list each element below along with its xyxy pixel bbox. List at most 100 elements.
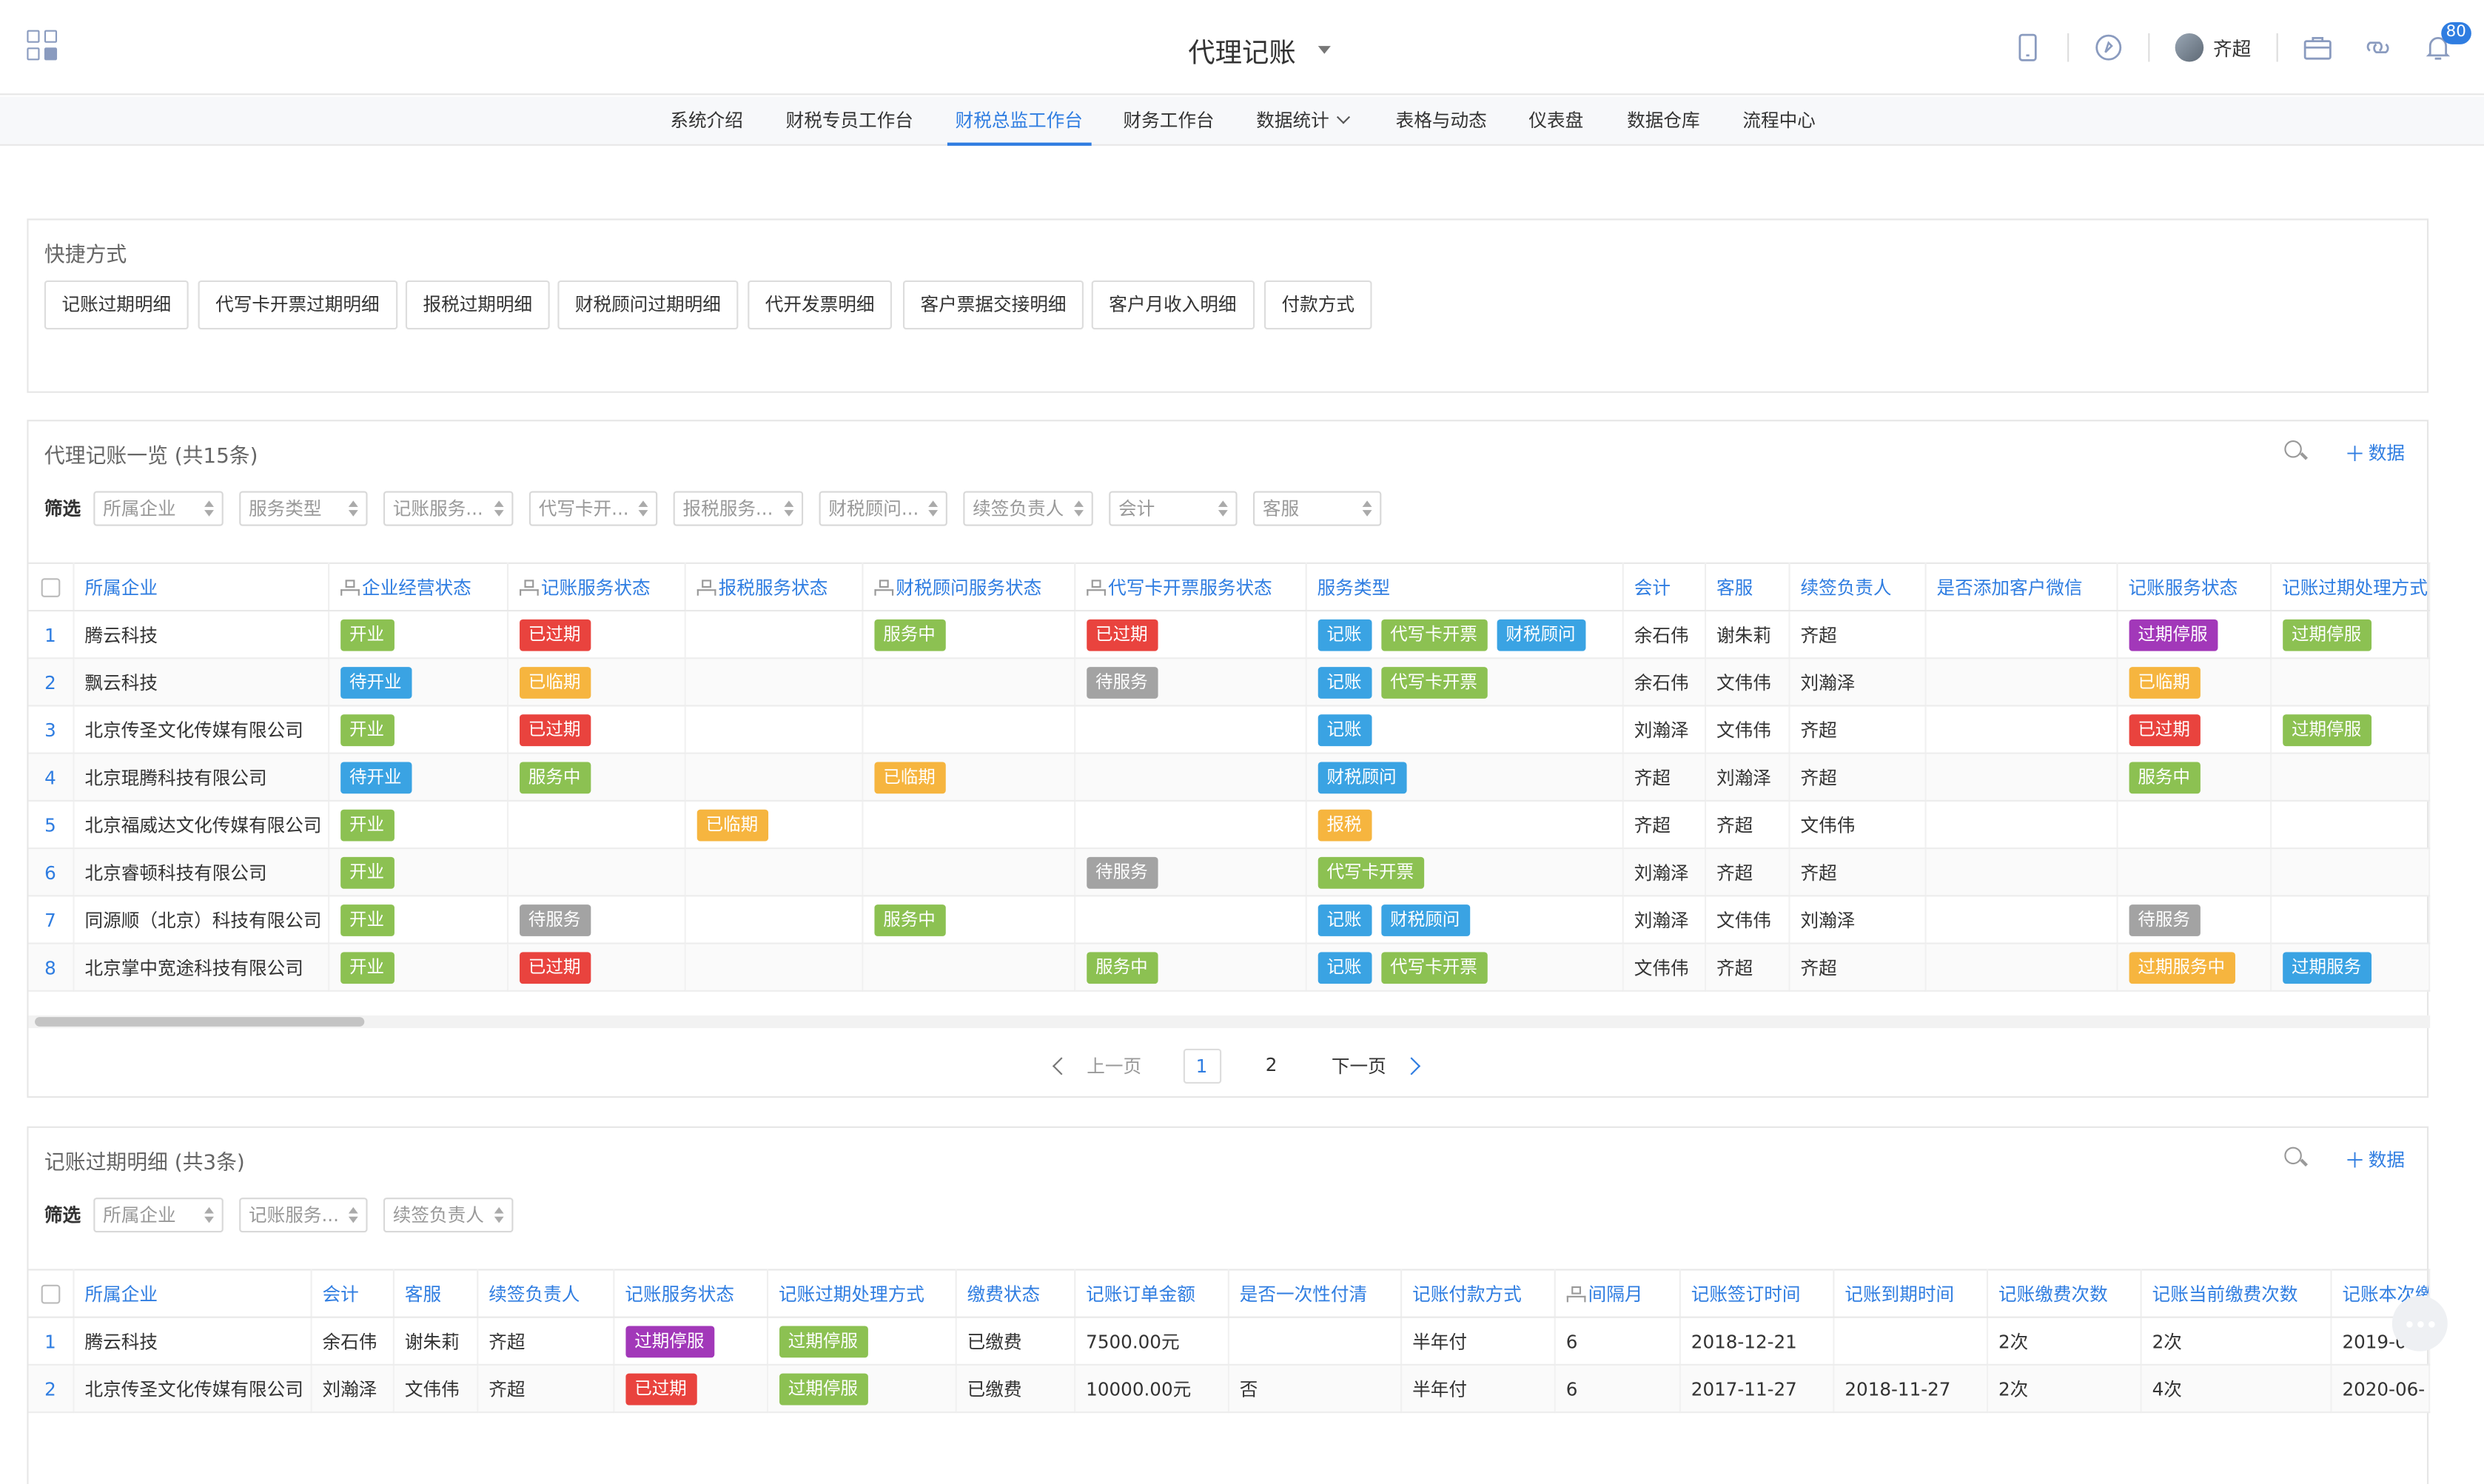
shortcut-button[interactable]: 财税顾问过期明细 xyxy=(557,280,739,330)
column-header[interactable]: 记账过期处理方式 xyxy=(2270,562,2430,612)
status-tag[interactable]: 已临期 xyxy=(873,761,945,793)
column-header[interactable]: 财税顾问服务状态 xyxy=(862,562,1075,612)
status-tag[interactable]: 待服务 xyxy=(1086,856,1158,888)
filter-select[interactable]: 续签负责人 xyxy=(383,1198,514,1233)
status-tag[interactable]: 开业 xyxy=(340,904,394,936)
status-tag[interactable]: 服务中 xyxy=(518,761,591,793)
column-header[interactable]: 所属企业 xyxy=(73,1269,312,1318)
app-switcher[interactable]: 代理记账 xyxy=(1188,30,1331,70)
table-row[interactable]: 6 北京睿顿科技有限公司 开业 待服务 代写卡开票 刘瀚泽 齐超 齐超 xyxy=(28,848,2430,897)
table-row[interactable]: 2 北京传圣文化传媒有限公司 刘瀚泽 文伟伟 齐超 已过期 过期停服 已缴费 10000.00元… xyxy=(28,1364,2430,1414)
nav-stats[interactable]: 数据统计 xyxy=(1256,97,1351,146)
column-header[interactable]: 续签负责人 xyxy=(477,1269,614,1318)
notification-button[interactable]: 80 xyxy=(2420,21,2471,65)
status-tag[interactable]: 服务中 xyxy=(1086,951,1158,984)
horizontal-scrollbar[interactable] xyxy=(28,1015,2431,1029)
status-tag[interactable]: 开业 xyxy=(340,808,394,841)
prev-page-button[interactable]: 上一页 xyxy=(1087,1053,1141,1078)
filter-select[interactable]: 财税顾问... xyxy=(819,491,947,526)
filter-select[interactable]: 会计 xyxy=(1109,491,1238,526)
filter-select[interactable]: 记账服务... xyxy=(239,1198,368,1233)
status-tag[interactable]: 服务中 xyxy=(873,618,945,651)
service-type-tag[interactable]: 记账 xyxy=(1317,951,1372,984)
link-icon[interactable] xyxy=(2360,30,2395,65)
shortcut-button[interactable]: 付款方式 xyxy=(1263,280,1372,330)
status-tag[interactable]: 已过期 xyxy=(2128,714,2200,746)
status-tag[interactable]: 过期停服 xyxy=(778,1372,867,1405)
column-header[interactable]: 缴费状态 xyxy=(955,1269,1075,1318)
status-tag[interactable]: 过期停服 xyxy=(2128,618,2218,651)
service-type-tag[interactable]: 报税 xyxy=(1317,808,1372,841)
column-header[interactable]: 客服 xyxy=(392,1269,478,1318)
add-data-button[interactable]: 数据 xyxy=(2369,1146,2405,1172)
status-tag[interactable]: 过期停服 xyxy=(2282,618,2371,651)
column-header[interactable]: 客服 xyxy=(1704,562,1790,612)
chevron-right-icon[interactable] xyxy=(1402,1057,1421,1075)
filter-select[interactable]: 所属企业 xyxy=(93,1198,224,1233)
status-tag[interactable]: 已过期 xyxy=(625,1372,696,1405)
next-page-button[interactable]: 下一页 xyxy=(1332,1053,1386,1078)
status-tag[interactable]: 待服务 xyxy=(518,904,591,936)
plus-icon[interactable]: ＋ xyxy=(2345,437,2366,467)
status-tag[interactable]: 已临期 xyxy=(696,808,768,841)
column-header[interactable]: 记账服务状态 xyxy=(506,562,685,612)
service-type-tag[interactable]: 记账 xyxy=(1317,904,1372,936)
shortcut-button[interactable]: 代写卡开票过期明细 xyxy=(198,280,397,330)
mobile-icon[interactable] xyxy=(2010,30,2045,65)
service-type-tag[interactable]: 记账 xyxy=(1317,666,1372,698)
scrollbar-thumb[interactable] xyxy=(35,1017,365,1027)
table-row[interactable]: 7 同源顺（北京）科技有限公司 开业 待服务 服务中 记账 财税顾问 刘瀚泽 文伟伟 刘瀚泽 待服务 xyxy=(28,896,2430,944)
status-tag[interactable]: 开业 xyxy=(340,714,394,746)
filter-select[interactable]: 客服 xyxy=(1252,491,1382,526)
filter-select[interactable]: 续签负责人 xyxy=(963,491,1093,526)
service-type-tag[interactable]: 记账 xyxy=(1317,714,1372,746)
nav-workflow[interactable]: 流程中心 xyxy=(1742,97,1815,146)
status-tag[interactable]: 开业 xyxy=(340,618,394,651)
add-data-button[interactable]: 数据 xyxy=(2369,440,2405,465)
status-tag[interactable]: 待开业 xyxy=(340,761,412,793)
service-type-tag[interactable]: 代写卡开票 xyxy=(1380,951,1487,984)
service-type-tag[interactable]: 代写卡开票 xyxy=(1380,618,1487,651)
nav-dashboard[interactable]: 仪表盘 xyxy=(1528,97,1583,146)
filter-select[interactable]: 所属企业 xyxy=(93,491,224,526)
column-header[interactable]: 所属企业 xyxy=(73,562,329,612)
service-type-tag[interactable]: 代写卡开票 xyxy=(1317,856,1424,888)
user-menu[interactable]: 齐超 xyxy=(2175,33,2251,62)
search-icon[interactable] xyxy=(2284,1146,2309,1172)
filter-select[interactable]: 记账服务... xyxy=(383,491,514,526)
service-type-tag[interactable]: 财税顾问 xyxy=(1317,761,1406,793)
filter-select[interactable]: 报税服务... xyxy=(673,491,804,526)
shortcut-button[interactable]: 记账过期明细 xyxy=(44,280,189,330)
nav-tables[interactable]: 表格与动态 xyxy=(1396,97,1487,146)
status-tag[interactable]: 已过期 xyxy=(518,714,591,746)
status-tag[interactable]: 已临期 xyxy=(518,666,591,698)
column-header[interactable]: 记账服务状态 xyxy=(2116,562,2272,612)
status-tag[interactable]: 已临期 xyxy=(2128,666,2200,698)
page-1-button[interactable]: 1 xyxy=(1182,1048,1221,1084)
status-tag[interactable]: 过期服务中 xyxy=(2128,951,2235,984)
status-tag[interactable]: 服务中 xyxy=(873,904,945,936)
briefcase-icon[interactable] xyxy=(2300,30,2335,65)
nav-director[interactable]: 财税总监工作台 xyxy=(947,97,1090,146)
column-header[interactable]: 记账过期处理方式 xyxy=(766,1269,956,1318)
shortcut-button[interactable]: 客户票据交接明细 xyxy=(902,280,1084,330)
status-tag[interactable]: 待开业 xyxy=(340,666,412,698)
status-tag[interactable]: 过期停服 xyxy=(778,1325,867,1357)
column-header[interactable]: 代写卡开票服务状态 xyxy=(1074,562,1306,612)
table-row[interactable]: 1 腾云科技 开业 已过期 服务中 已过期 记账 代写卡开票 财税顾问 余石伟 谢朱莉 齐超 过期停服过… xyxy=(28,611,2430,659)
table-row[interactable]: 3 北京传圣文化传媒有限公司 开业 已过期 记账 刘瀚泽 文伟伟 齐超 已过期 过期停服 xyxy=(28,705,2430,754)
column-header[interactable]: 是否添加客户微信 xyxy=(1924,562,2118,612)
column-header[interactable]: 是否一次性付清 xyxy=(1227,1269,1402,1318)
status-tag[interactable]: 已过期 xyxy=(518,618,591,651)
table-row[interactable]: 1 腾云科技 余石伟 谢朱莉 齐超 过期停服 过期停服 已缴费 7500.00元 半年付 6 2018… xyxy=(28,1317,2430,1366)
status-tag[interactable]: 待服务 xyxy=(2128,904,2200,936)
status-tag[interactable]: 过期停服 xyxy=(625,1325,714,1357)
status-tag[interactable]: 过期停服 xyxy=(2282,714,2371,746)
column-header[interactable]: 记账付款方式 xyxy=(1400,1269,1555,1318)
chevron-left-icon[interactable] xyxy=(1052,1057,1071,1075)
more-options-button[interactable] xyxy=(2391,1295,2448,1352)
shortcut-button[interactable]: 代开发票明细 xyxy=(748,280,892,330)
column-header[interactable]: 企业经营状态 xyxy=(328,562,508,612)
status-tag[interactable]: 已过期 xyxy=(1086,618,1158,651)
nav-finance[interactable]: 财务工作台 xyxy=(1123,97,1214,146)
